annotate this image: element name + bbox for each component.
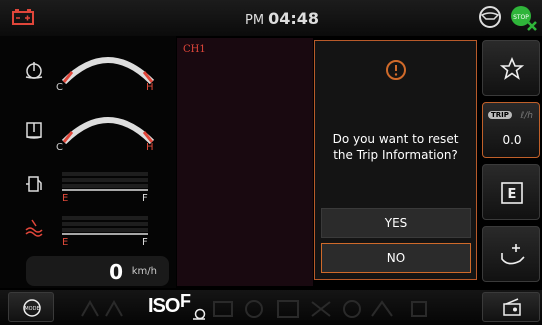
stop-icon: STOP — [511, 6, 537, 31]
dim-warning-icons — [213, 300, 427, 318]
star-icon — [500, 57, 524, 80]
trip-badge: TRIP — [488, 111, 512, 119]
svg-text:STOP: STOP — [513, 14, 529, 21]
battery-icon — [12, 9, 34, 25]
eco-mode-button[interactable]: E — [482, 164, 540, 220]
engine-mode-button[interactable]: MODE — [8, 292, 54, 322]
iso-label: ISO — [148, 295, 180, 317]
bucket-add-icon — [501, 244, 525, 265]
speed-unit: km/h — [131, 266, 157, 277]
camera-view[interactable]: CH1 — [177, 38, 313, 286]
eco-label: E — [508, 187, 517, 202]
engine-oil-arc — [61, 57, 155, 84]
top-status-bar: PM 04:48 STOP — [0, 0, 542, 36]
clock-ampm: PM — [245, 13, 265, 28]
clock: PM 04:48 — [245, 9, 319, 28]
oil-temp-icon — [25, 62, 43, 79]
bar-max-label: F — [142, 237, 148, 248]
gauge-min-label: C — [56, 142, 63, 153]
dialog-message: Do you want to reset the Trip Informatio… — [332, 132, 459, 162]
yes-button[interactable]: YES — [321, 208, 471, 238]
clock-time: 04:48 — [268, 9, 319, 28]
fuel-icon — [26, 176, 42, 192]
svg-text:MODE: MODE — [24, 306, 39, 312]
steering-icon — [479, 6, 501, 28]
right-rail: TRIP ℓ/h 0.0 E — [480, 38, 542, 290]
def-fluid-icon — [25, 219, 43, 237]
hydraulic-oil-gauge: C H — [0, 100, 176, 160]
channel-label: CH1 — [183, 44, 206, 55]
radio-icon — [503, 298, 521, 316]
speed-display: 0 km/h — [26, 256, 169, 286]
bar-max-label: F — [142, 193, 148, 204]
snail-icon — [193, 308, 206, 320]
no-button[interactable]: NO — [321, 243, 471, 273]
gauge-panel: C H C H E F E F 0 km/h — [0, 36, 176, 288]
trip-button[interactable]: TRIP ℓ/h 0.0 — [482, 102, 540, 158]
f-label: F — [180, 291, 191, 311]
hydraulic-oil-arc — [61, 117, 155, 144]
gauge-max-label: H — [146, 82, 154, 93]
trip-value: 0.0 — [502, 133, 522, 147]
trip-unit: ℓ/h — [520, 111, 533, 121]
gauge-max-label: H — [146, 142, 154, 153]
dim-indicator-icon — [81, 299, 123, 317]
warning-icon — [386, 60, 406, 80]
def-level-bar: E F — [0, 214, 176, 258]
fuel-segments — [62, 172, 148, 191]
engine-mode-icon: MODE — [23, 299, 41, 317]
radio-button[interactable] — [482, 292, 540, 322]
engine-oil-gauge: C H — [0, 40, 176, 100]
bar-min-label: E — [62, 237, 69, 248]
bucket-add-button[interactable] — [482, 226, 540, 282]
eco-mode-icon: E — [501, 182, 523, 204]
fuel-level-bar: E F — [0, 170, 176, 214]
reset-trip-dialog: Do you want to reset the Trip Informatio… — [314, 40, 477, 280]
hydraulic-temp-icon — [26, 122, 42, 139]
gauge-min-label: C — [56, 82, 63, 93]
speed-value: 0 — [109, 260, 123, 284]
favorite-button[interactable] — [482, 40, 540, 96]
bar-min-label: E — [62, 193, 69, 204]
bottom-status-bar: MODE ISO F — [0, 290, 542, 325]
def-segments — [62, 216, 148, 235]
